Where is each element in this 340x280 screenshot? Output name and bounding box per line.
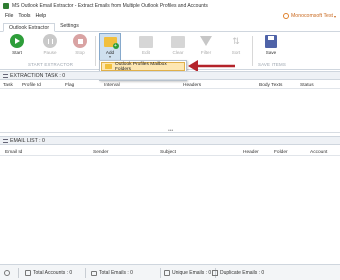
group-label-save: SAVE ITEMS — [258, 62, 287, 67]
app-logo-icon — [3, 2, 9, 9]
divider — [252, 36, 253, 66]
panel-splitter[interactable]: ••• — [0, 128, 340, 134]
total-accounts-status: Total Accounts : 0 — [25, 270, 72, 276]
total-emails-status: Total Emails : 0 — [91, 270, 133, 276]
duplicate-emails-status: Duplicate Emails : 0 — [212, 270, 264, 276]
add-folder-icon: + — [103, 37, 119, 49]
divider — [160, 268, 161, 278]
pause-label: Pause — [43, 50, 57, 55]
play-icon — [10, 34, 24, 48]
unique-emails-label: Unique Emails : 0 — [172, 270, 212, 276]
grip-icon: ••• — [168, 128, 174, 134]
column-header[interactable]: Headers — [183, 83, 201, 88]
unique-emails-status: Unique Emails : 0 — [164, 270, 211, 276]
stop-label: Stop — [75, 50, 85, 55]
tab-outlook-extractor[interactable]: Outlook Extractor — [3, 23, 56, 32]
column-header[interactable]: Folder — [274, 150, 288, 155]
total-accounts-label: Total Accounts : 0 — [33, 270, 73, 276]
email-list-header: EMAIL LIST : 0 — [0, 136, 340, 145]
duplicate-emails-label: Duplicate Emails : 0 — [220, 270, 265, 276]
list-icon — [3, 73, 8, 78]
edit-folder-icon — [139, 36, 153, 48]
clock-icon — [4, 270, 10, 276]
clear-button[interactable]: Clear — [168, 34, 188, 60]
title-bar: MS Outlook Email Extractor - Extract Ema… — [0, 0, 340, 11]
clock-status — [4, 270, 12, 276]
filter-button[interactable]: Filter — [196, 34, 216, 60]
stop-icon — [73, 34, 87, 48]
divider — [85, 268, 86, 278]
mail-icon — [91, 270, 97, 276]
pause-button[interactable]: Pause — [40, 34, 60, 60]
account-icon — [25, 270, 31, 276]
total-emails-label: Total Emails : 0 — [99, 270, 133, 276]
column-header[interactable]: Flag — [65, 83, 74, 88]
pause-icon — [43, 34, 57, 48]
tab-settings[interactable]: Settings — [55, 22, 84, 31]
task-table-header: Task Profile Id Flag Interval Headers Bo… — [0, 81, 340, 89]
menu-help[interactable]: Help — [35, 13, 46, 19]
column-header[interactable]: Subject — [160, 150, 176, 155]
menu-bar: File Tools Help Monocomsoft Test ▾ — [0, 11, 340, 21]
divider — [18, 268, 19, 278]
user-icon — [282, 13, 289, 19]
column-header[interactable]: Interval — [104, 83, 120, 88]
email-list-title: EMAIL LIST : 0 — [10, 137, 45, 144]
status-bar: Total Accounts : 0 Total Emails : 0 Uniq… — [0, 264, 340, 280]
edit-label: Edit — [142, 50, 150, 55]
chevron-down-icon: ▾ — [109, 55, 111, 59]
menu-item-outlook-profiles[interactable]: Outlook Profiles Mailbox Folders — [101, 61, 185, 72]
column-header[interactable]: Profile Id — [22, 83, 41, 88]
menu-item-label: Outlook Profiles Mailbox Folders — [115, 61, 167, 72]
menu-tools[interactable]: Tools — [18, 13, 30, 19]
duplicate-icon — [212, 270, 218, 276]
column-header[interactable]: Body Texts — [259, 83, 282, 88]
account-label: Monocomsoft Test — [290, 13, 333, 19]
account-menu[interactable]: Monocomsoft Test ▾ — [282, 13, 336, 19]
column-header[interactable]: Sender — [93, 150, 108, 155]
extraction-task-title: EXTRACTION TASK : 0 — [10, 72, 66, 79]
list-icon — [3, 138, 8, 143]
clear-label: Clear — [172, 50, 184, 55]
column-header[interactable]: Account — [310, 150, 327, 155]
sort-label: Sort — [231, 50, 241, 55]
clear-icon — [171, 36, 185, 48]
unique-icon — [164, 270, 170, 276]
save-label: Save — [265, 50, 277, 55]
column-header[interactable]: Status — [300, 83, 314, 88]
edit-button[interactable]: Edit — [136, 34, 156, 60]
save-button[interactable]: Save — [261, 34, 281, 60]
extraction-task-header: EXTRACTION TASK : 0 — [0, 71, 340, 80]
filter-icon — [200, 36, 212, 46]
chevron-down-icon: ▾ — [333, 13, 336, 19]
column-header[interactable]: Task — [3, 83, 13, 88]
column-header[interactable]: Email Id — [5, 150, 22, 155]
divider — [95, 36, 96, 66]
sort-icon: ⇅ — [232, 36, 240, 46]
add-button[interactable]: + Add ▾ — [99, 33, 121, 61]
start-label: Start — [12, 50, 22, 55]
sort-button[interactable]: ⇅ Sort — [226, 34, 246, 60]
email-table-header: Email Id Sender Subject Header Folder Ac… — [0, 148, 340, 156]
stop-button[interactable]: Stop — [70, 34, 90, 60]
start-button[interactable]: Start — [7, 34, 27, 60]
group-label-start: START EXTRACTOR — [28, 62, 74, 67]
folder-icon — [105, 64, 112, 69]
filter-label: Filter — [200, 50, 212, 55]
column-header[interactable]: Header — [243, 150, 259, 155]
menu-file[interactable]: File — [5, 13, 13, 19]
window-title: MS Outlook Email Extractor - Extract Ema… — [12, 2, 208, 9]
ribbon-tabs: Outlook Extractor Settings — [0, 22, 340, 32]
save-icon — [265, 35, 277, 48]
